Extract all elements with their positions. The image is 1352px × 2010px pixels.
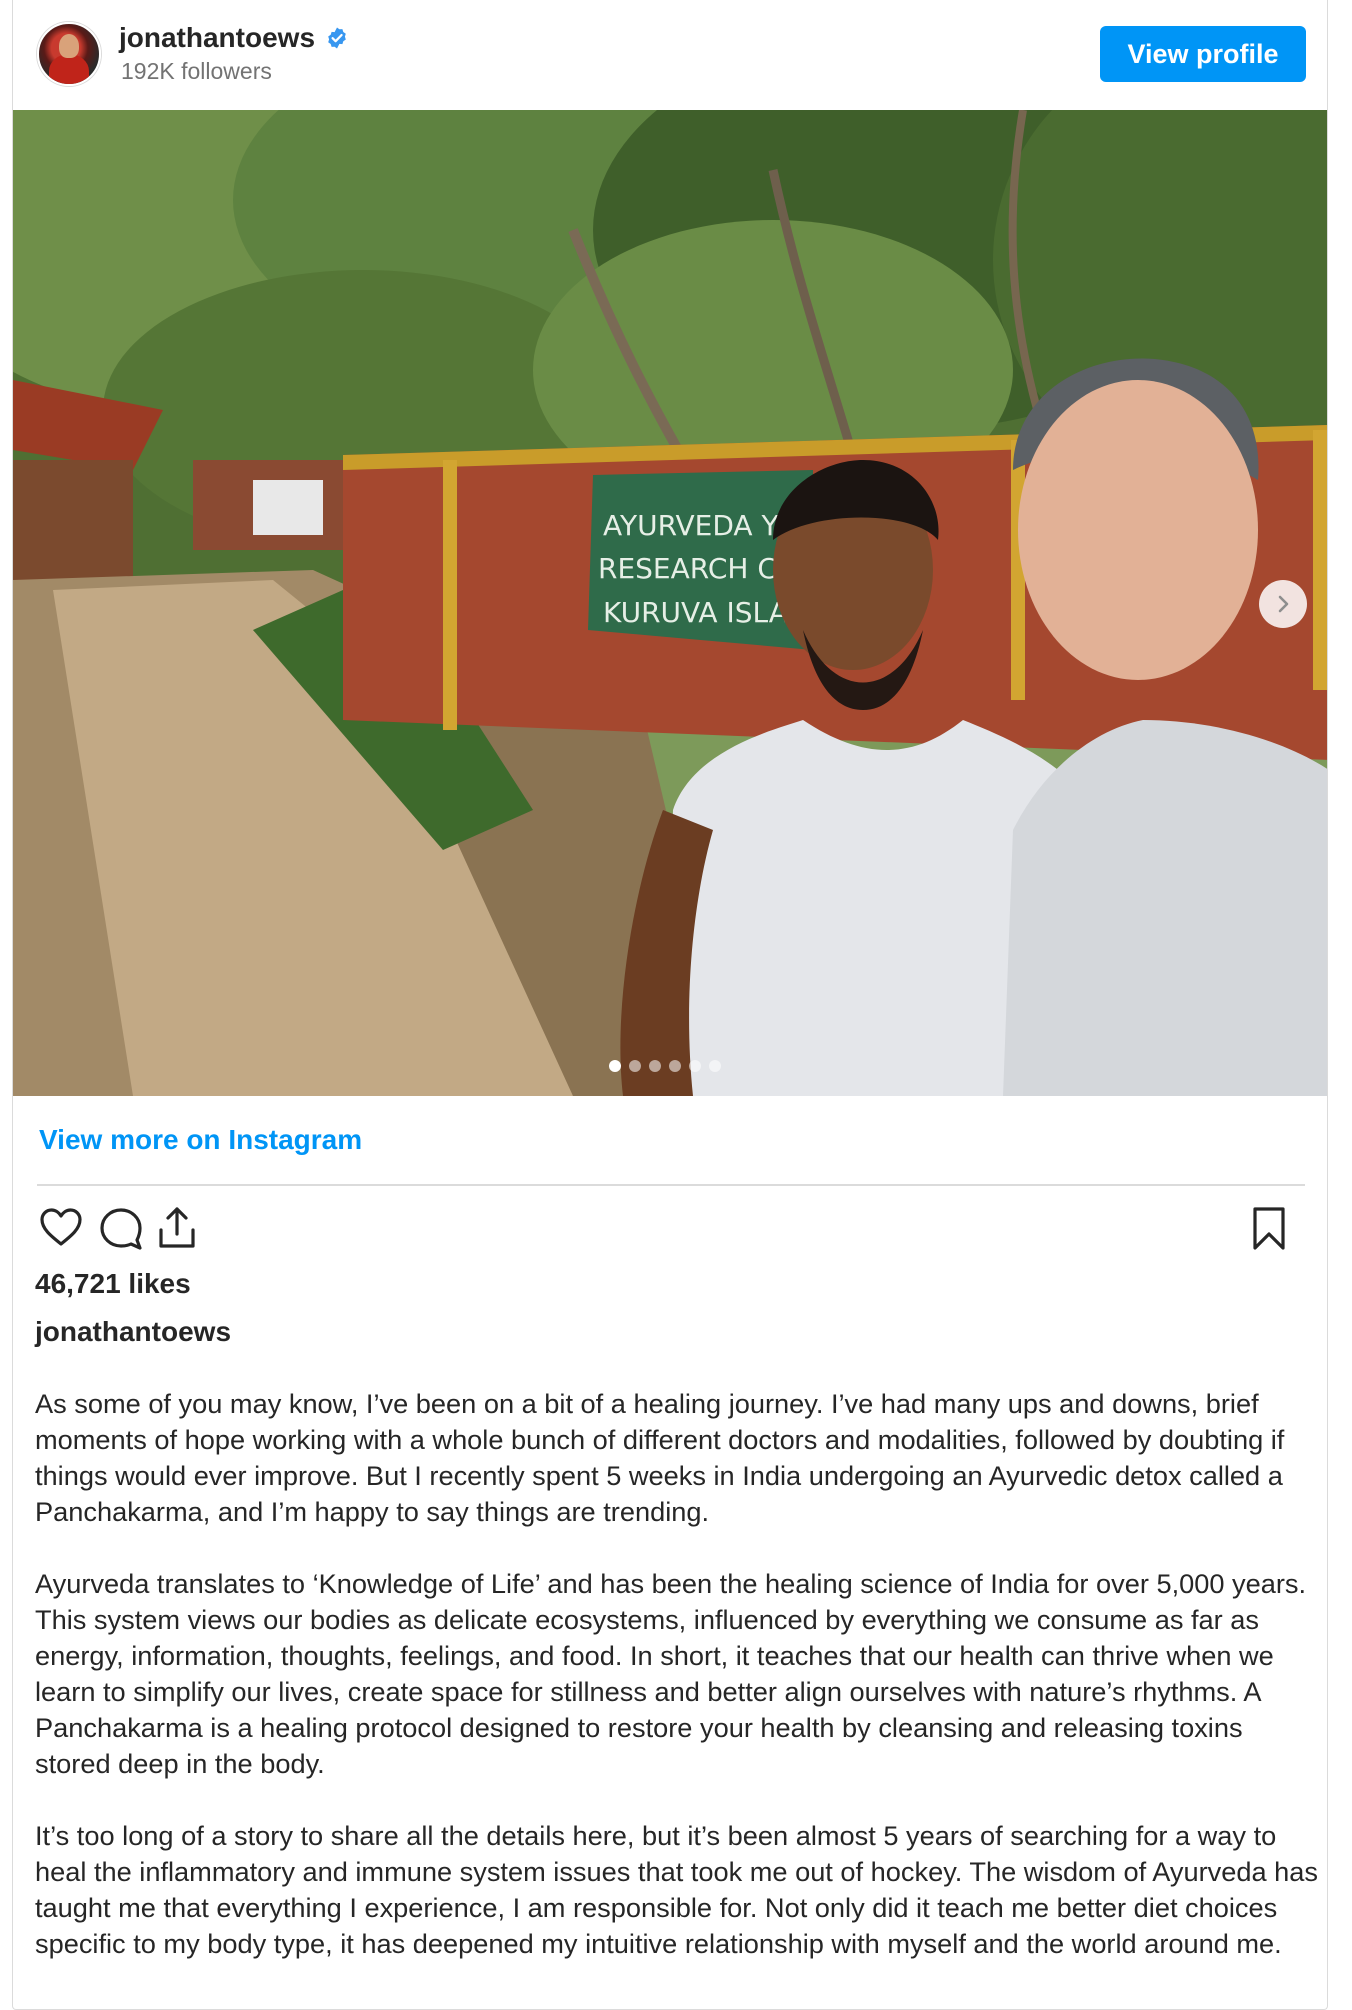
carousel-dot: [669, 1060, 681, 1072]
like-count[interactable]: 46,721 likes: [35, 1268, 191, 1300]
post-photo[interactable]: AYURVEDA YOGA RESEARCH CENT KURUVA ISLAN…: [13, 110, 1327, 1096]
caption-username[interactable]: jonathantoews: [35, 1316, 231, 1348]
verified-badge-icon: [325, 26, 349, 50]
carousel-next-button[interactable]: [1259, 580, 1307, 628]
like-button[interactable]: [33, 1200, 89, 1256]
instagram-embed-card: jonathantoews 192K followers View profil…: [12, 0, 1328, 2010]
bookmark-icon: [1253, 1207, 1285, 1250]
divider: [37, 1184, 1305, 1186]
share-button[interactable]: [149, 1200, 205, 1256]
avatar-jersey: [49, 54, 89, 84]
carousel-dot: [609, 1060, 621, 1072]
caption-text: As some of you may know, I’ve been on a …: [35, 1386, 1325, 1998]
carousel-dot: [629, 1060, 641, 1072]
carousel-dot: [709, 1060, 721, 1072]
caption-paragraph: As some of you may know, I’ve been on a …: [35, 1388, 1285, 1527]
chevron-right-icon: [1278, 595, 1289, 613]
carousel-dot: [649, 1060, 661, 1072]
post-header: jonathantoews 192K followers View profil…: [13, 0, 1327, 110]
post-photo-illustration: AYURVEDA YOGA RESEARCH CENT KURUVA ISLAN…: [13, 110, 1327, 1096]
comment-icon: [100, 1208, 142, 1250]
view-more-link[interactable]: View more on Instagram: [39, 1124, 362, 1156]
caption-paragraph: It’s too long of a story to share all th…: [35, 1820, 1318, 1959]
carousel-indicator: [609, 1060, 721, 1072]
caption-paragraph: Ayurveda translates to ‘Knowledge of Lif…: [35, 1568, 1307, 1779]
view-profile-button[interactable]: View profile: [1100, 26, 1306, 82]
follower-count: 192K followers: [121, 58, 272, 84]
avatar[interactable]: [37, 22, 101, 86]
heart-icon: [40, 1208, 82, 1246]
username-row: jonathantoews: [119, 22, 349, 54]
carousel-dot: [689, 1060, 701, 1072]
avatar-face: [59, 34, 79, 58]
save-button[interactable]: [1241, 1200, 1297, 1256]
share-icon: [159, 1207, 195, 1248]
comment-button[interactable]: [93, 1200, 149, 1256]
action-bar: [33, 1200, 1313, 1260]
profile-username[interactable]: jonathantoews: [119, 22, 315, 54]
